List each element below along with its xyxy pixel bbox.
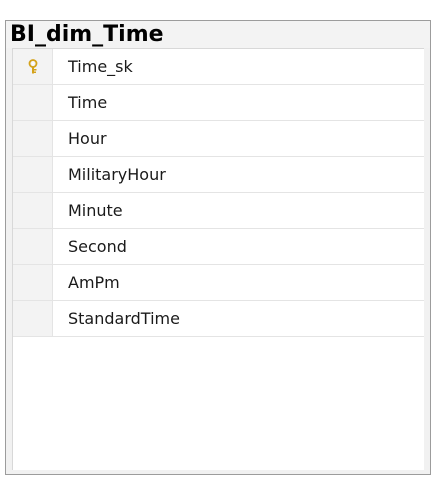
key-icon <box>27 58 39 75</box>
table-window[interactable]: BI_dim_Time Time_sk Time Hour MilitaryHo… <box>5 20 431 475</box>
column-name-cell[interactable]: Time_sk <box>53 49 424 84</box>
column-row[interactable]: Hour <box>13 121 424 157</box>
column-name-cell[interactable]: Second <box>53 229 424 264</box>
row-selector[interactable] <box>13 85 53 120</box>
column-row[interactable]: StandardTime <box>13 301 424 337</box>
column-name-cell[interactable]: Hour <box>53 121 424 156</box>
column-row[interactable]: Minute <box>13 193 424 229</box>
row-selector[interactable] <box>13 157 53 192</box>
row-selector[interactable] <box>13 265 53 300</box>
row-selector[interactable] <box>13 49 53 84</box>
table-title: BI_dim_Time <box>10 22 164 47</box>
column-row[interactable]: MilitaryHour <box>13 157 424 193</box>
row-selector[interactable] <box>13 229 53 264</box>
row-selector[interactable] <box>13 301 53 336</box>
column-name-cell[interactable]: Minute <box>53 193 424 228</box>
column-row[interactable]: AmPm <box>13 265 424 301</box>
column-name-cell[interactable]: StandardTime <box>53 301 424 336</box>
column-row[interactable]: Time <box>13 85 424 121</box>
column-row[interactable]: Second <box>13 229 424 265</box>
column-name-cell[interactable]: Time <box>53 85 424 120</box>
column-row[interactable]: Time_sk <box>13 49 424 85</box>
row-selector[interactable] <box>13 121 53 156</box>
column-name-cell[interactable]: MilitaryHour <box>53 157 424 192</box>
table-title-bar[interactable]: BI_dim_Time <box>6 21 430 48</box>
column-name-cell[interactable]: AmPm <box>53 265 424 300</box>
column-grid: Time_sk Time Hour MilitaryHour Minute Se… <box>12 48 424 470</box>
row-selector[interactable] <box>13 193 53 228</box>
